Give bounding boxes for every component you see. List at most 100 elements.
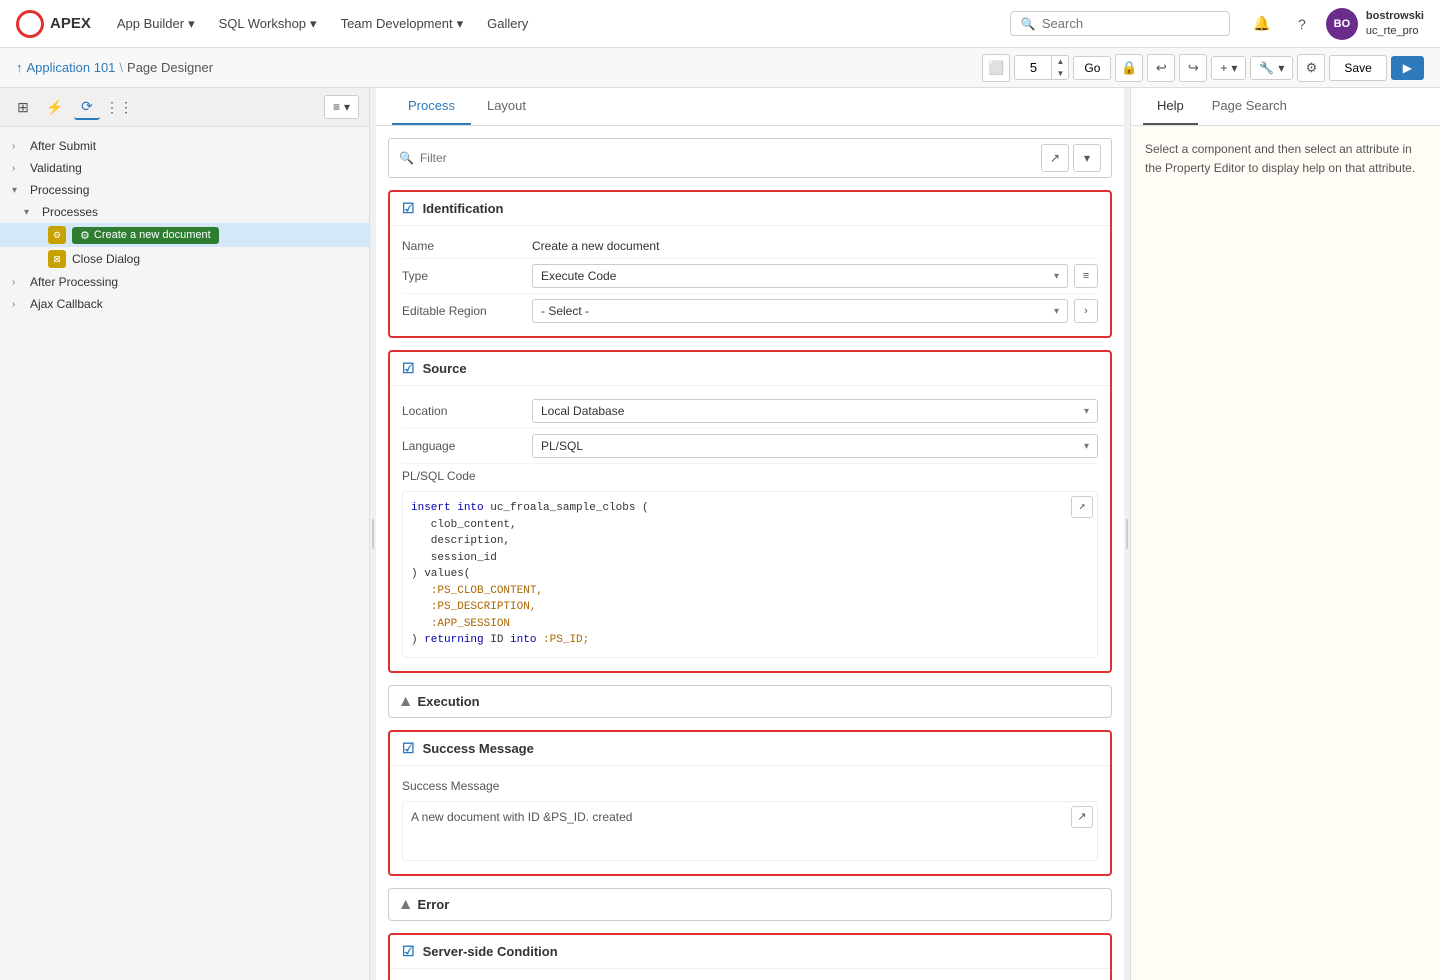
create-new-doc-badge: ⚙ Create a new document xyxy=(72,227,219,244)
chevron-right-icon: › xyxy=(12,163,24,174)
section-identification-header[interactable]: ☑ Identification xyxy=(390,192,1110,226)
page-up-arrow[interactable]: ▲ xyxy=(1052,56,1068,68)
undo-button[interactable]: ↩ xyxy=(1147,54,1175,82)
filter-chevron-icon[interactable]: ▾ xyxy=(1073,144,1101,172)
sidebar-item-validating[interactable]: › Validating xyxy=(0,157,369,179)
sidebar-item-after-processing[interactable]: › After Processing xyxy=(0,271,369,293)
sidebar-item-after-submit[interactable]: › After Submit xyxy=(0,135,369,157)
save-button[interactable]: Save xyxy=(1329,55,1386,81)
shared-icon[interactable]: ⋮⋮ xyxy=(106,94,132,120)
breadcrumb-icon: ↑ xyxy=(16,60,23,75)
run-icon: ▶ xyxy=(1403,61,1412,75)
prop-select-language[interactable]: PL/SQL ▾ xyxy=(532,434,1098,458)
chevron-right-icon: › xyxy=(12,141,24,152)
grid-view-icon[interactable]: ⊞ xyxy=(10,94,36,120)
resize-handle-right[interactable] xyxy=(1124,88,1130,980)
chevron-right-icon: › xyxy=(12,277,24,288)
chevron-right-icon: ▶ xyxy=(399,697,412,705)
redo-button[interactable]: ↪ xyxy=(1179,54,1207,82)
apex-logo-icon xyxy=(16,10,44,38)
code-area: ↗ insert into uc_froala_sample_clobs ( c… xyxy=(402,491,1098,658)
sidebar-item-close-dialog[interactable]: ⊠ Close Dialog xyxy=(0,247,369,271)
nav-gallery[interactable]: Gallery xyxy=(477,10,538,38)
sidebar-item-processes[interactable]: ▾ Processes xyxy=(0,201,369,223)
prop-select-type[interactable]: Execute Code ▾ xyxy=(532,264,1068,288)
chevron-down-icon: ▾ xyxy=(310,16,317,32)
prop-label-success-msg: Success Message xyxy=(402,779,532,793)
filter-expand-icon[interactable]: ↗ xyxy=(1041,144,1069,172)
sidebar-item-create-doc[interactable]: ⚙ ⚙ Create a new document xyxy=(0,223,369,247)
section-server-side-condition-content: When Button Pressed CREATE ▾ › Type - Se… xyxy=(390,969,1110,980)
prop-label-language: Language xyxy=(402,439,532,453)
top-nav: APEX App Builder ▾ SQL Workshop ▾ Team D… xyxy=(0,0,1440,48)
process-view-icon[interactable]: ⟳ xyxy=(74,94,100,120)
sort-button[interactable]: ≡ ▾ xyxy=(324,95,359,119)
go-button[interactable]: Go xyxy=(1073,56,1111,80)
success-message-text: A new document with ID &PS_ID. created xyxy=(411,810,632,824)
checkmark-icon: ☑ xyxy=(402,360,415,377)
sidebar-item-processing[interactable]: ▾ Processing xyxy=(0,179,369,201)
tab-help[interactable]: Help xyxy=(1143,88,1198,125)
section-success-message-header[interactable]: ☑ Success Message xyxy=(390,732,1110,766)
section-server-side-condition-header[interactable]: ☑ Server-side Condition xyxy=(390,935,1110,969)
prop-row-location: Location Local Database ▾ xyxy=(402,394,1098,429)
lock-button[interactable]: 🔒 xyxy=(1115,54,1143,82)
search-input[interactable] xyxy=(1042,16,1219,31)
nav-sql-workshop[interactable]: SQL Workshop ▾ xyxy=(209,10,327,38)
checkmark-icon: ☑ xyxy=(402,740,415,757)
nav-app-builder[interactable]: App Builder ▾ xyxy=(107,10,205,38)
code-expand-button[interactable]: ↗ xyxy=(1071,496,1093,518)
username: bostrowski xyxy=(1366,9,1424,23)
prop-action-list[interactable]: ≡ xyxy=(1074,264,1098,288)
lightning-icon[interactable]: ⚡ xyxy=(42,94,68,120)
page-down-arrow[interactable]: ▼ xyxy=(1052,68,1068,80)
filter-actions: ↗ ▾ xyxy=(1041,144,1101,172)
chevron-down-icon: ▾ xyxy=(24,207,36,218)
prop-row-plsql: PL/SQL Code ↗ insert into uc_froala_samp… xyxy=(402,464,1098,663)
add-button[interactable]: + ▾ xyxy=(1211,56,1246,80)
right-tabs: Help Page Search xyxy=(1131,88,1440,126)
prop-row-type: Type Execute Code ▾ ≡ xyxy=(402,259,1098,294)
left-panel: ⊞ ⚡ ⟳ ⋮⋮ ≡ ▾ › After Submit › Validating… xyxy=(0,88,370,980)
user-info[interactable]: bostrowski uc_rte_pro xyxy=(1366,9,1424,38)
breadcrumb-app[interactable]: Application 101 xyxy=(27,60,116,75)
prop-row-success-msg: Success Message ↗ A new document with ID… xyxy=(402,774,1098,866)
close-dialog-icon: ⊠ xyxy=(48,250,66,268)
prop-select-editable-region[interactable]: - Select - ▾ xyxy=(532,299,1068,323)
search-box: 🔍 xyxy=(1010,11,1230,36)
section-identification: ☑ Identification Name Create a new docum… xyxy=(388,190,1112,338)
avatar[interactable]: BO xyxy=(1326,8,1358,40)
prop-label-plsql: PL/SQL Code xyxy=(402,469,532,483)
utilities-button[interactable]: 🔧 ▾ xyxy=(1250,56,1293,80)
page-template-button[interactable]: ⬜ xyxy=(982,54,1010,82)
section-source-header[interactable]: ☑ Source xyxy=(390,352,1110,386)
prop-select-location[interactable]: Local Database ▾ xyxy=(532,399,1098,423)
user-sub: uc_rte_pro xyxy=(1366,24,1424,38)
page-number-box: ▲ ▼ xyxy=(1014,55,1069,80)
msg-expand-button[interactable]: ↗ xyxy=(1071,806,1093,828)
section-execution-header[interactable]: ▶ Execution xyxy=(389,686,1111,717)
main-layout: ⊞ ⚡ ⟳ ⋮⋮ ≡ ▾ › After Submit › Validating… xyxy=(0,88,1440,980)
shared-components-button[interactable]: ⚙ xyxy=(1297,54,1325,82)
prop-row-editable-region: Editable Region - Select - ▾ › xyxy=(402,294,1098,328)
nav-team-development[interactable]: Team Development ▾ xyxy=(331,10,474,38)
filter-input[interactable] xyxy=(420,151,1035,165)
resize-handle-left[interactable] xyxy=(370,88,376,980)
tab-page-search[interactable]: Page Search xyxy=(1198,88,1301,125)
notifications-icon[interactable]: 🔔 xyxy=(1246,8,1278,40)
page-number-input[interactable] xyxy=(1015,57,1051,78)
help-icon[interactable]: ? xyxy=(1286,8,1318,40)
right-content: Select a component and then select an at… xyxy=(1131,126,1440,980)
section-error-header[interactable]: ▶ Error xyxy=(389,889,1111,920)
prop-action-nav[interactable]: › xyxy=(1074,299,1098,323)
section-identification-content: Name Create a new document Type Execute … xyxy=(390,226,1110,336)
run-button[interactable]: ▶ xyxy=(1391,56,1424,80)
tab-process[interactable]: Process xyxy=(392,88,471,125)
tab-layout[interactable]: Layout xyxy=(471,88,542,125)
prop-value-name: Create a new document xyxy=(532,239,1098,253)
prop-row-name: Name Create a new document xyxy=(402,234,1098,259)
prop-row-when-button: When Button Pressed CREATE ▾ › xyxy=(402,977,1098,980)
sidebar-item-ajax-callback[interactable]: › Ajax Callback xyxy=(0,293,369,315)
prop-label-name: Name xyxy=(402,239,532,253)
checkmark-icon: ☑ xyxy=(402,943,415,960)
